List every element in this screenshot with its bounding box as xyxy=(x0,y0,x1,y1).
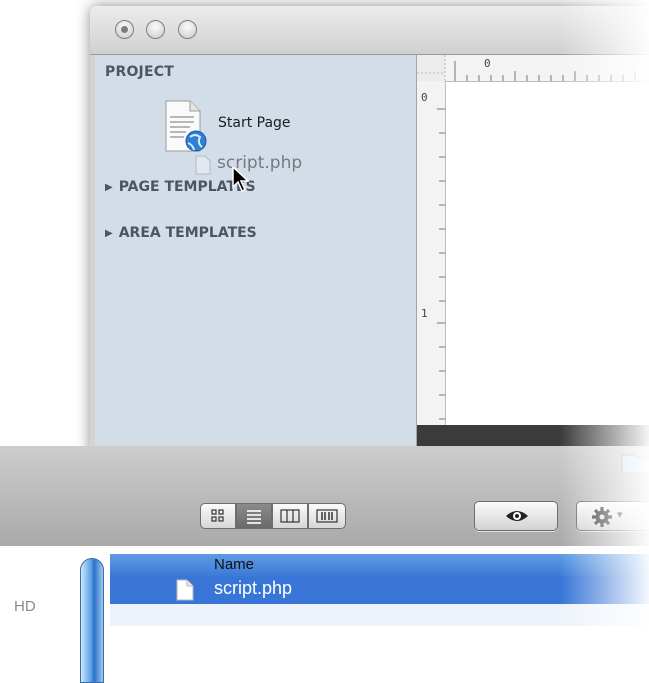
group-label: AREA TEMPLATES xyxy=(118,225,257,241)
file-list: Name script.php xyxy=(90,546,649,683)
column-header-name[interactable]: Name xyxy=(214,556,254,573)
close-icon xyxy=(121,26,128,33)
table-row[interactable]: script.php xyxy=(110,576,649,604)
finder-sidebar: HD xyxy=(0,546,90,683)
icon-view-button[interactable] xyxy=(200,503,236,529)
action-menu-button[interactable]: ▾ xyxy=(576,501,649,531)
ruler-label-zero: 0 xyxy=(484,57,491,70)
project-heading: PROJECT xyxy=(105,64,174,80)
list-view-button[interactable] xyxy=(236,503,272,529)
dragged-file-label: script.php xyxy=(217,153,303,173)
file-name: script.php xyxy=(214,578,293,598)
close-window-button[interactable] xyxy=(115,20,134,39)
horizontal-ruler: 0 xyxy=(417,55,649,82)
folder-icon xyxy=(621,454,649,473)
disclosure-triangle-icon: ▶ xyxy=(105,228,113,239)
mouse-pointer-icon xyxy=(232,165,250,193)
finder-sidebar-device-label[interactable]: HD xyxy=(14,598,36,615)
dragged-file-ghost: script.php xyxy=(195,153,345,181)
file-icon xyxy=(176,579,194,601)
project-sidebar: PROJECT Start Page script.php ▶ PAGE TEM… xyxy=(95,55,417,455)
vertical-scrollbar[interactable] xyxy=(78,546,108,683)
scrollbar-thumb[interactable] xyxy=(80,558,104,683)
finder-toolbar: ▾ xyxy=(0,446,649,547)
table-row-empty xyxy=(110,604,649,626)
group-area-templates[interactable]: ▶ AREA TEMPLATES xyxy=(105,225,257,241)
ruler-ticks xyxy=(437,108,445,420)
disclosure-triangle-icon: ▶ xyxy=(105,182,113,193)
icon-view-icon xyxy=(211,509,224,522)
cover-flow-icon xyxy=(316,509,338,523)
list-header: Name xyxy=(110,554,649,576)
page-canvas[interactable]: 0 0 1 xyxy=(417,55,649,455)
zoom-window-button[interactable] xyxy=(178,20,197,39)
list-view-icon xyxy=(247,510,261,524)
app-window: PROJECT Start Page script.php ▶ PAGE TEM… xyxy=(90,6,649,456)
column-view-button[interactable] xyxy=(272,503,308,529)
finder-window: ▾ HD Name script.php xyxy=(0,446,649,683)
file-icon xyxy=(195,155,211,175)
vertical-ruler: 0 1 xyxy=(417,81,446,425)
quick-look-button[interactable] xyxy=(474,501,558,531)
eye-icon xyxy=(506,511,528,521)
start-page-label: Start Page xyxy=(218,115,291,131)
cover-flow-view-button[interactable] xyxy=(308,503,346,529)
gear-icon xyxy=(592,507,612,527)
window-titlebar xyxy=(90,6,649,55)
chevron-down-icon: ▾ xyxy=(617,508,623,521)
ruler-ticks xyxy=(417,55,636,81)
column-view-icon xyxy=(280,509,300,523)
start-page-item[interactable]: Start Page xyxy=(160,97,320,157)
minimize-window-button[interactable] xyxy=(146,20,165,39)
ruler-label-zero: 0 xyxy=(421,91,428,104)
document-globe-icon xyxy=(165,100,207,152)
ruler-label-one: 1 xyxy=(421,307,428,320)
